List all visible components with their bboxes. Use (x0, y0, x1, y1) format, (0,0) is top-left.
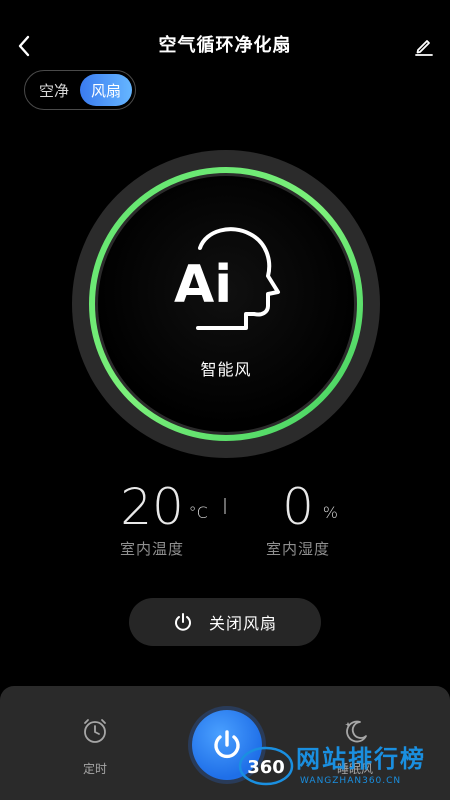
environment-readings: 20 °C 室内温度 0 % 室内湿度 (0, 478, 450, 564)
mode-tab-purifier[interactable]: 空净 (28, 74, 80, 106)
sleep-mode-label: 睡眠风 (336, 762, 373, 776)
app-screen: 空气循环净化扇 空净 风扇 Ai 智能风 20 °C 室内温度 0 % 室内湿度… (0, 0, 450, 800)
temperature-unit: °C (188, 503, 208, 522)
clock-icon (84, 719, 106, 743)
current-mode-label: 智能风 (200, 360, 252, 379)
mode-toggle: 空净 风扇 (24, 70, 136, 110)
edit-button[interactable] (408, 30, 440, 62)
pencil-icon (415, 40, 433, 56)
temperature-number: 20 (120, 478, 184, 536)
temperature-value: 20 °C (120, 478, 208, 536)
power-toggle-button[interactable] (192, 710, 262, 780)
mode-tab-fan[interactable]: 风扇 (80, 74, 132, 106)
moon-icon (345, 720, 367, 743)
humidity-label: 室内湿度 (265, 540, 330, 558)
humidity-value: 0 % (282, 478, 338, 536)
temperature-reading: 20 °C 室内温度 (72, 478, 232, 559)
page-title: 空气循环净化扇 (158, 35, 292, 56)
mode-dial[interactable]: Ai 智能风 (72, 150, 380, 458)
timer-label: 定时 (82, 762, 107, 776)
power-icon (214, 730, 240, 759)
humidity-unit: % (322, 503, 338, 522)
humidity-reading: 0 % 室内湿度 (218, 478, 378, 559)
turn-off-fan-label: 关闭风扇 (208, 614, 277, 633)
humidity-number: 0 (282, 478, 314, 536)
timer-button[interactable]: 定时 (55, 716, 135, 777)
ai-head-icon: Ai (174, 227, 280, 330)
sleep-mode-button[interactable]: 睡眠风 (315, 716, 395, 777)
power-icon (175, 613, 191, 631)
turn-off-fan-button[interactable]: 关闭风扇 (129, 598, 321, 646)
temperature-label: 室内温度 (119, 540, 184, 558)
ai-icon-text: Ai (174, 255, 232, 315)
